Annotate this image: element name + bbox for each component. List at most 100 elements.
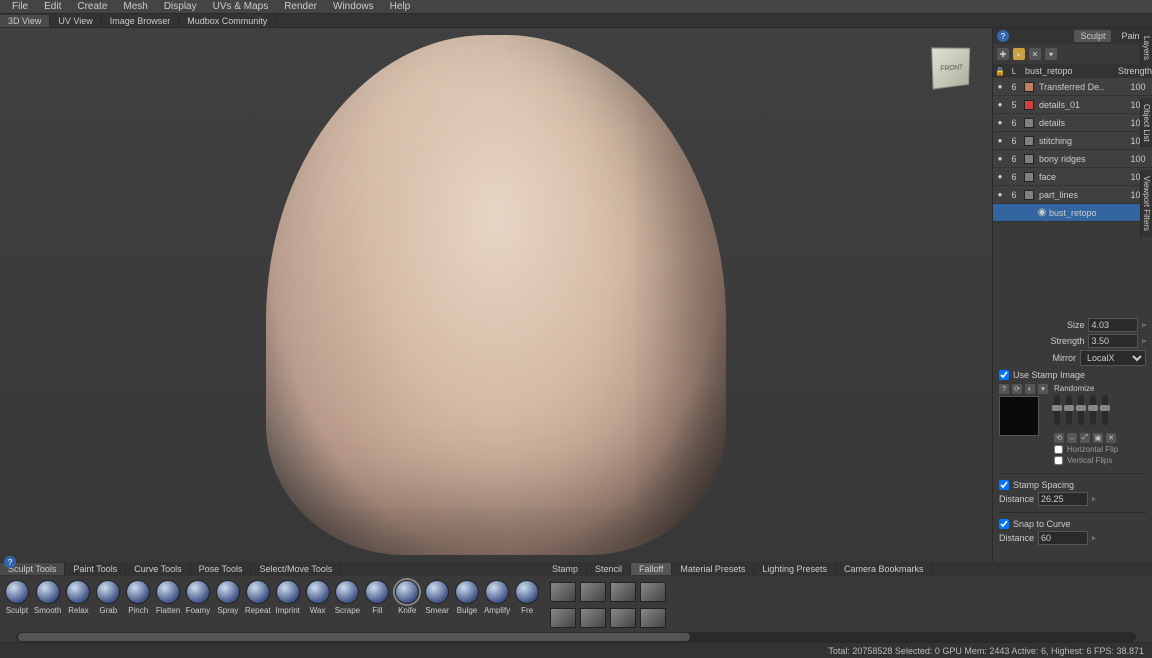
viewtab--d-view[interactable]: 3D View	[0, 15, 50, 27]
tool-wax[interactable]: Wax	[305, 580, 331, 628]
tool-foamy[interactable]: Foamy	[185, 580, 211, 628]
tool-bulge[interactable]: Bulge	[454, 580, 480, 628]
xform-flip-icon[interactable]: ▣	[1093, 433, 1103, 443]
tool-fre[interactable]: Fre	[514, 580, 540, 628]
tool-smooth[interactable]: Smooth	[34, 580, 62, 628]
preset-tab-lighting-presets[interactable]: Lighting Presets	[754, 563, 836, 575]
preset-tab-falloff[interactable]: Falloff	[631, 563, 672, 575]
preset-tab-material-presets[interactable]: Material Presets	[672, 563, 754, 575]
menu-create[interactable]: Create	[69, 1, 115, 12]
xform-close-icon[interactable]: ✕	[1106, 433, 1116, 443]
link-icon[interactable]: L	[1007, 67, 1021, 76]
viewtab-uv-view[interactable]: UV View	[50, 15, 101, 27]
new-layer-icon[interactable]: ✚	[997, 48, 1009, 60]
visibility-toggle[interactable]: ●	[993, 136, 1007, 145]
tool-smear[interactable]: Smear	[424, 580, 450, 628]
tool-imprint[interactable]: Imprint	[275, 580, 301, 628]
menu-file[interactable]: File	[4, 1, 36, 12]
delete-layer-icon[interactable]: ✕	[1029, 48, 1041, 60]
visibility-toggle[interactable]: ●	[993, 118, 1007, 127]
menu-render[interactable]: Render	[276, 1, 325, 12]
stamp-prev-icon[interactable]: ?	[999, 384, 1009, 394]
layer-row[interactable]: ●6details100	[993, 114, 1152, 132]
side-tab-objectlist[interactable]: Object List	[1140, 98, 1152, 148]
falloff-preset-8[interactable]	[640, 608, 666, 628]
hflip-checkbox[interactable]	[1054, 445, 1063, 454]
viewtab-image-browser[interactable]: Image Browser	[102, 15, 180, 27]
stamp-menu-icon[interactable]: ▾	[1038, 384, 1048, 394]
stamp-preview[interactable]	[999, 396, 1039, 436]
snap-distance-input[interactable]	[1038, 531, 1088, 545]
stamp-spacing-checkbox[interactable]	[999, 480, 1009, 490]
tool-scrape[interactable]: Scrape	[334, 580, 360, 628]
stamp-reload-icon[interactable]: ⟳	[1012, 384, 1022, 394]
snap-stepper[interactable]: ▹	[1092, 534, 1096, 542]
use-stamp-checkbox[interactable]	[999, 370, 1009, 380]
spacing-distance-input[interactable]	[1038, 492, 1088, 506]
help-icon[interactable]: ?	[997, 30, 1009, 42]
rand-slider-4[interactable]	[1090, 395, 1096, 425]
menu-display[interactable]: Display	[156, 1, 205, 12]
tool-pinch[interactable]: Pinch	[125, 580, 151, 628]
layer-row[interactable]: ●6stitching100	[993, 132, 1152, 150]
tooltab-curve-tools[interactable]: Curve Tools	[126, 563, 190, 575]
tooltab-select-move-tools[interactable]: Select/Move Tools	[251, 563, 341, 575]
tool-grab[interactable]: Grab	[95, 580, 121, 628]
lock-icon[interactable]: 🔒	[993, 67, 1007, 76]
folder-icon[interactable]: ▸	[1013, 48, 1025, 60]
help-icon-corner[interactable]: ?	[4, 556, 16, 568]
snap-curve-checkbox[interactable]	[999, 519, 1009, 529]
menu-windows[interactable]: Windows	[325, 1, 382, 12]
size-input[interactable]	[1088, 318, 1138, 332]
vflip-checkbox[interactable]	[1054, 456, 1063, 465]
falloff-preset-6[interactable]	[580, 608, 606, 628]
rand-slider-3[interactable]	[1078, 395, 1084, 425]
tool-knife[interactable]: Knife	[394, 580, 420, 628]
layer-row[interactable]: ●5details_01100	[993, 96, 1152, 114]
tool-spray[interactable]: Spray	[215, 580, 241, 628]
options-icon[interactable]: ▾	[1045, 48, 1057, 60]
viewcube[interactable]: FRONT	[931, 47, 970, 89]
tooltab-paint-tools[interactable]: Paint Tools	[65, 563, 126, 575]
tool-repeat[interactable]: Repeat	[245, 580, 271, 628]
menu-mesh[interactable]: Mesh	[115, 1, 155, 12]
xform-scale-icon[interactable]: ⤢	[1080, 433, 1090, 443]
visibility-toggle[interactable]: ●	[993, 82, 1007, 91]
menu-edit[interactable]: Edit	[36, 1, 69, 12]
tool-relax[interactable]: Relax	[65, 580, 91, 628]
rand-slider-2[interactable]	[1066, 395, 1072, 425]
preset-tab-camera-bookmarks[interactable]: Camera Bookmarks	[836, 563, 933, 575]
tool-scrollbar[interactable]	[16, 632, 1136, 642]
tab-sculpt[interactable]: Sculpt	[1074, 30, 1111, 42]
viewtab-mudbox-community[interactable]: Mudbox Community	[179, 15, 276, 27]
layer-row[interactable]: ●6Transferred De..100	[993, 78, 1152, 96]
preset-tab-stamp[interactable]: Stamp	[544, 563, 587, 575]
layer-row[interactable]: ●6face100	[993, 168, 1152, 186]
side-tab-viewportfilters[interactable]: Viewport Filters	[1140, 170, 1152, 237]
strength-input[interactable]	[1088, 334, 1138, 348]
spacing-stepper[interactable]: ▹	[1092, 495, 1096, 503]
rand-slider-5[interactable]	[1102, 395, 1108, 425]
mirror-select[interactable]: LocalX	[1080, 350, 1146, 366]
layer-row[interactable]: ●6bony ridges100	[993, 150, 1152, 168]
xform-move-icon[interactable]: ↔	[1067, 433, 1077, 443]
preset-tab-stencil[interactable]: Stencil	[587, 563, 631, 575]
menu-help[interactable]: Help	[382, 1, 419, 12]
tool-fill[interactable]: Fill	[364, 580, 390, 628]
tool-flatten[interactable]: Flatten	[155, 580, 181, 628]
falloff-preset-3[interactable]	[610, 582, 636, 602]
falloff-preset-2[interactable]	[580, 582, 606, 602]
falloff-preset-5[interactable]	[550, 608, 576, 628]
side-tab-layers[interactable]: Layers	[1140, 30, 1152, 66]
tool-amplify[interactable]: Amplify	[484, 580, 510, 628]
falloff-preset-4[interactable]	[640, 582, 666, 602]
visibility-toggle[interactable]: ●	[993, 154, 1007, 163]
menu-uvs-maps[interactable]: UVs & Maps	[205, 1, 277, 12]
layer-row[interactable]: ●6part_lines100	[993, 186, 1152, 204]
falloff-preset-7[interactable]	[610, 608, 636, 628]
visibility-toggle[interactable]: ●	[993, 190, 1007, 199]
strength-stepper[interactable]: ▹	[1142, 337, 1146, 345]
tooltab-pose-tools[interactable]: Pose Tools	[191, 563, 252, 575]
stamp-add-icon[interactable]: ◐	[1025, 384, 1035, 394]
xform-rotate-icon[interactable]: ⟲	[1054, 433, 1064, 443]
